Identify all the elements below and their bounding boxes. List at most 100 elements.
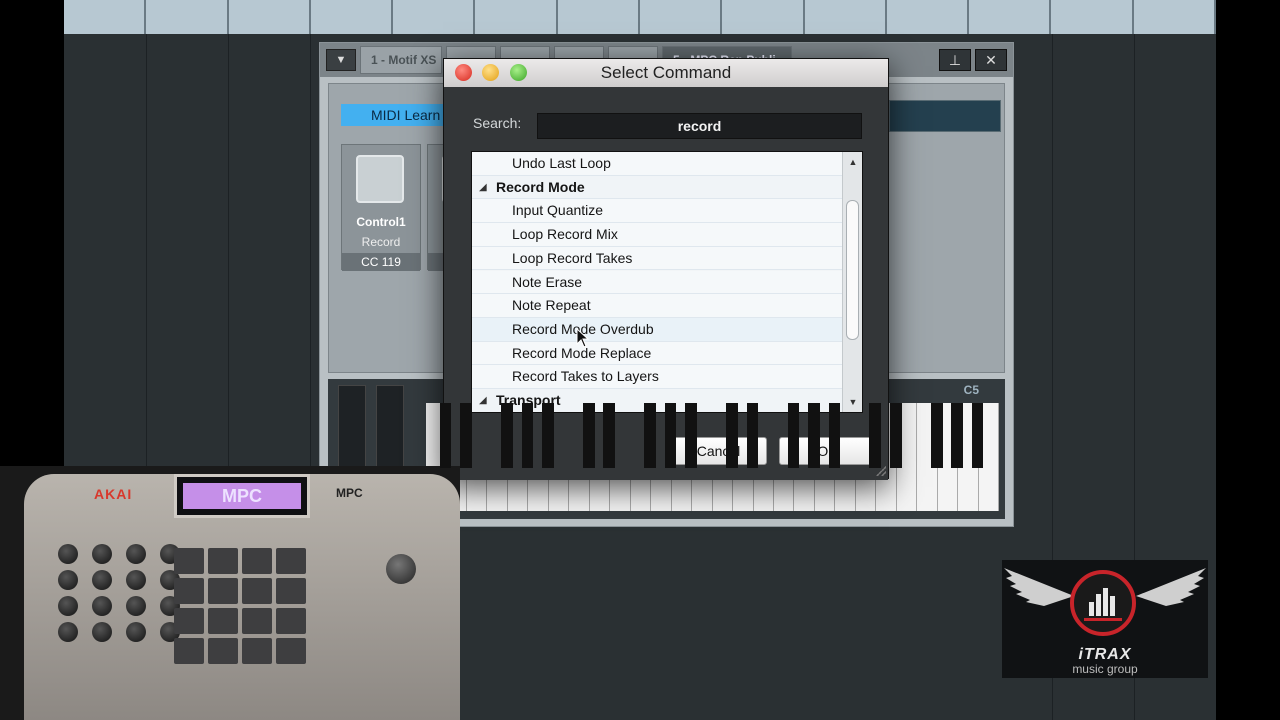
zoom-window-icon[interactable] xyxy=(510,64,527,81)
itrax-subtitle: music group xyxy=(1072,662,1138,676)
mpc-pad xyxy=(208,638,238,664)
black-key[interactable] xyxy=(971,403,984,468)
command-row[interactable]: Note Repeat xyxy=(472,294,842,318)
scroll-thumb[interactable] xyxy=(846,200,859,340)
mpc-pad xyxy=(208,578,238,604)
mpc-hardware-photo: AKAI MPC MPC xyxy=(0,466,460,720)
black-key[interactable] xyxy=(460,403,472,468)
mpc-model-label: MPC xyxy=(336,486,363,500)
mpc-pad xyxy=(174,548,204,574)
disclosure-triangle-icon[interactable]: ◢ xyxy=(479,176,487,199)
black-key[interactable] xyxy=(951,403,964,468)
mpc-pad xyxy=(174,638,204,664)
white-key[interactable] xyxy=(917,403,943,511)
black-key[interactable] xyxy=(664,403,677,468)
mpc-pad xyxy=(276,638,306,664)
close-icon[interactable]: ✕ xyxy=(975,49,1007,71)
black-key[interactable] xyxy=(521,403,534,468)
black-key[interactable] xyxy=(746,403,759,468)
command-row[interactable]: Input Quantize xyxy=(472,199,842,224)
mpc-knob xyxy=(92,544,112,564)
command-row[interactable]: Loop Record Mix xyxy=(472,223,842,247)
mpc-pad xyxy=(242,578,272,604)
black-key[interactable] xyxy=(726,403,738,468)
scroll-up-icon[interactable]: ▲ xyxy=(843,152,862,172)
akai-logo: AKAI xyxy=(94,486,133,502)
command-label: Loop Record Mix xyxy=(512,226,618,243)
mpc-knob xyxy=(58,544,78,564)
midi-learn-button[interactable]: MIDI Learn xyxy=(341,104,451,126)
mpc-knob xyxy=(126,596,146,616)
command-label: Input Quantize xyxy=(512,202,604,219)
plugin-tab[interactable]: 1 - Motif XS xyxy=(360,46,442,74)
left-wing-icon xyxy=(1004,568,1074,606)
control-name: Control1 xyxy=(356,215,406,229)
black-key[interactable] xyxy=(439,403,452,468)
right-wing-icon xyxy=(1136,568,1206,606)
mpc-pad xyxy=(242,548,272,574)
black-key[interactable] xyxy=(582,403,595,468)
mpc-knob xyxy=(92,596,112,616)
command-row[interactable]: Undo Last Loop xyxy=(472,152,842,176)
mpc-pad xyxy=(276,578,306,604)
minimize-window-icon[interactable] xyxy=(482,64,499,81)
command-label: Note Erase xyxy=(512,273,583,290)
mpc-pad xyxy=(276,608,306,634)
dialog-title: Select Command xyxy=(600,63,732,82)
command-row[interactable]: Record Mode Overdub xyxy=(472,317,842,342)
itrax-logo-watermark: iTRAX music group xyxy=(1002,560,1208,678)
mpc-knob xyxy=(58,596,78,616)
black-key[interactable] xyxy=(685,403,697,468)
command-list[interactable]: ◢ Transport Record Takes to Layers Record M… xyxy=(471,151,863,413)
black-key[interactable] xyxy=(787,403,800,468)
black-key[interactable] xyxy=(889,403,902,468)
mpc-pad xyxy=(208,608,238,634)
mpc-pad xyxy=(174,608,204,634)
mpc-body: AKAI MPC MPC xyxy=(24,474,460,720)
command-label: Loop Record Takes xyxy=(512,249,633,266)
search-label: Search: xyxy=(473,115,522,131)
mpc-knob xyxy=(58,570,78,590)
command-label: Record Mode xyxy=(496,178,585,195)
control-subtitle: Record xyxy=(361,235,401,249)
control-card[interactable]: Control1 Record CC 119 xyxy=(341,144,421,271)
timeline-ruler[interactable] xyxy=(64,0,1216,34)
mpc-knob xyxy=(58,622,78,642)
black-key[interactable] xyxy=(930,403,943,468)
list-scrollbar[interactable]: ▲ ▼ xyxy=(842,152,862,412)
black-key[interactable] xyxy=(828,403,841,468)
command-row[interactable]: Loop Record Takes xyxy=(472,246,842,271)
black-key[interactable] xyxy=(808,403,820,468)
disclosure-triangle-icon[interactable]: ◢ xyxy=(479,389,487,412)
search-input[interactable] xyxy=(537,113,862,139)
mpc-knob xyxy=(92,570,112,590)
black-key[interactable] xyxy=(603,403,616,468)
mpc-screen: MPC xyxy=(174,474,310,518)
plugin-display xyxy=(889,100,1001,132)
command-row[interactable]: Record Takes to Layers xyxy=(472,365,842,389)
black-key[interactable] xyxy=(644,403,656,468)
mpc-knob xyxy=(126,570,146,590)
close-window-icon[interactable] xyxy=(455,64,472,81)
command-group-row[interactable]: ◢ Record Mode xyxy=(472,175,842,200)
scroll-down-icon[interactable]: ▼ xyxy=(843,392,862,412)
mpc-pads xyxy=(174,548,306,664)
plugin-menu-button[interactable]: ▼ xyxy=(326,49,356,71)
black-key[interactable] xyxy=(501,403,513,468)
mpc-knobs xyxy=(58,544,188,642)
command-row[interactable]: Record Mode Replace xyxy=(472,341,842,366)
command-row[interactable]: Note Erase xyxy=(472,270,842,295)
mpc-knob xyxy=(92,622,112,642)
black-key[interactable] xyxy=(541,403,554,468)
octave-label: C5 xyxy=(963,383,979,397)
pin-icon[interactable]: ⊥ xyxy=(939,49,971,71)
control-pad[interactable] xyxy=(356,155,404,203)
command-label: Record Takes to Layers xyxy=(512,368,659,385)
mpc-pad xyxy=(174,578,204,604)
mpc-jog-wheel xyxy=(386,554,416,584)
mpc-pad xyxy=(242,608,272,634)
command-label: Undo Last Loop xyxy=(512,155,611,171)
black-key[interactable] xyxy=(869,403,882,468)
equalizer-icon xyxy=(1070,570,1136,636)
mpc-knob xyxy=(126,544,146,564)
